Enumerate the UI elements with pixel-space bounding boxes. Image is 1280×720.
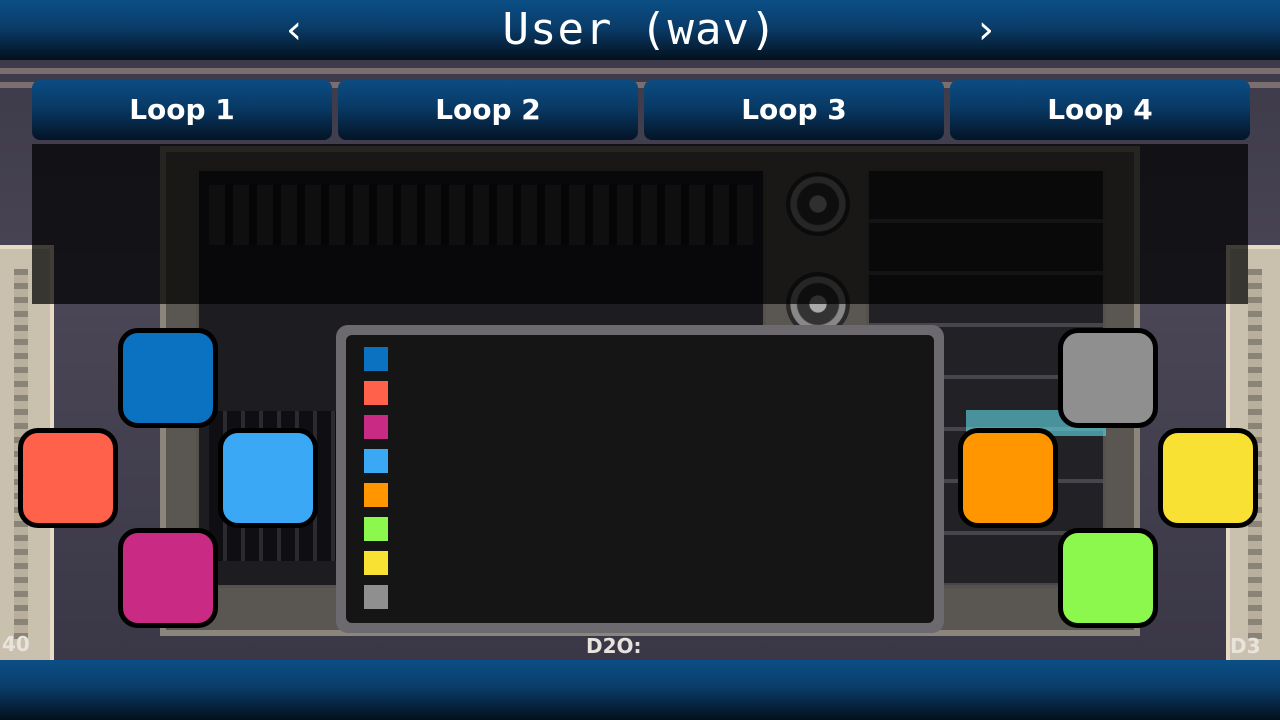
kit-title: User (wav) [502,4,778,55]
background-label-right: D3 [1230,634,1261,658]
loop-3-button[interactable]: Loop 3 [644,80,944,140]
legend-swatch [364,551,388,575]
pad-left-bottom[interactable] [118,528,218,628]
loop-display-area [32,144,1248,304]
legend-swatch [364,347,388,371]
footer-bar [0,660,1280,720]
pad-right-right[interactable] [1158,428,1258,528]
background-label-center: D2O: [586,634,642,658]
header-bar: ‹ User (wav) › [0,0,1280,60]
legend-swatch [364,449,388,473]
loop-1-button[interactable]: Loop 1 [32,80,332,140]
pad-right-top[interactable] [1058,328,1158,428]
loop-4-button[interactable]: Loop 4 [950,80,1250,140]
background-stripe [0,68,1280,74]
pad-right-left[interactable] [958,428,1058,528]
pad-left-top[interactable] [118,328,218,428]
legend-swatch [364,585,388,609]
previous-kit-button[interactable]: ‹ [264,6,324,54]
next-kit-button[interactable]: › [956,6,1016,54]
pad-left-left[interactable] [18,428,118,528]
pad-left-right[interactable] [218,428,318,528]
legend-swatch [364,415,388,439]
sequence-panel [336,325,944,633]
pad-right-bottom[interactable] [1058,528,1158,628]
legend-swatch [364,517,388,541]
loop-2-button[interactable]: Loop 2 [338,80,638,140]
sequence-panel-inner[interactable] [346,335,934,623]
legend-swatch [364,483,388,507]
legend-swatch [364,381,388,405]
background-label-left: 40 [2,632,30,656]
